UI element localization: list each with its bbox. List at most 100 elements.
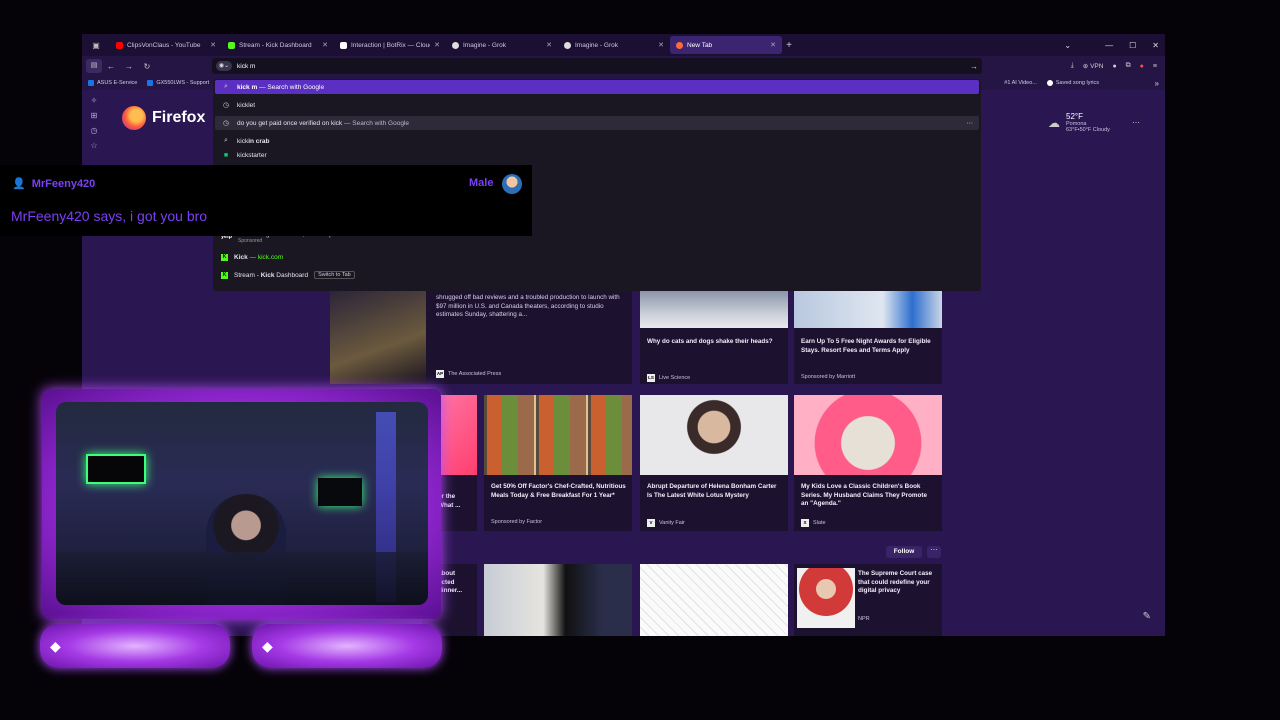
suggestion-paid-verified[interactable]: ◷ do you get paid once verified on kick … [215, 116, 979, 130]
suggestion-kickin-crab[interactable]: ⌕ kickin crab [215, 134, 979, 148]
tab-botrix[interactable]: Interaction | BotRix — Cloud S ✕ [334, 36, 446, 54]
close-tab-icon[interactable]: ✕ [658, 41, 664, 49]
kickstarter-icon: ■ [223, 151, 229, 159]
close-tab-icon[interactable]: ✕ [322, 41, 328, 49]
news-image [794, 395, 942, 475]
news-card-npr[interactable]: The Supreme Court case that could redefi… [794, 564, 942, 636]
extension-red-icon[interactable]: ● [1140, 63, 1144, 70]
bookmark-label: Saved song lyrics [1055, 80, 1099, 86]
bookmark-label: #1 AI Video... [1004, 80, 1037, 86]
bookmark-asus-eservice[interactable]: ASUS E-Service [88, 80, 137, 86]
news-card-sketch[interactable] [640, 564, 788, 636]
grok-icon [564, 41, 571, 49]
source-name: Live Science [659, 375, 691, 381]
asus-icon [147, 80, 154, 86]
news-card-trump[interactable] [484, 564, 632, 636]
ai-chat-icon[interactable]: ✧ [91, 96, 98, 105]
news-card-ap[interactable]: shrugged off bad reviews and a troubled … [330, 290, 632, 384]
suggestion-action: — Search with Google [259, 83, 325, 91]
suggestion-rest: Dashboard [274, 271, 309, 279]
news-snippet: shrugged off bad reviews and a troubled … [436, 294, 620, 318]
news-card-cats-dogs[interactable]: Why do cats and dogs shake their heads? … [640, 290, 788, 384]
close-window-button[interactable]: ✕ [1152, 41, 1159, 50]
weather-detail: 63°F•50°F Cloudy [1066, 127, 1110, 133]
reload-icon[interactable]: ↻ [138, 62, 156, 71]
suggestion-more-icon[interactable]: ⋯ [967, 119, 974, 127]
close-tab-icon[interactable]: ✕ [770, 41, 776, 49]
bookmarks-icon[interactable]: ☆ [90, 141, 97, 150]
list-tabs-icon[interactable]: ⌄ [1064, 41, 1071, 50]
news-source: AP The Associated Press [436, 370, 501, 378]
weather-menu-icon[interactable]: ⋯ [1132, 118, 1140, 127]
downloads-icon[interactable]: ⤓ [1071, 62, 1074, 70]
news-card-factor[interactable]: Get 50% Off Factor's Chef-Crafted, Nutri… [484, 395, 632, 531]
source-name: Vanity Fair [659, 520, 685, 526]
tab-overview-icon[interactable]: ▣ [82, 41, 110, 50]
menu-icon[interactable]: ≡ [1153, 63, 1157, 70]
history-icon[interactable]: ◷ [91, 126, 98, 135]
botrix-icon [340, 41, 347, 49]
new-tab-button[interactable]: + [782, 40, 796, 51]
bookmark-label: GX550LWS - Support [156, 80, 210, 86]
history-icon: ◷ [222, 102, 230, 109]
url-input[interactable]: kick m [237, 63, 255, 70]
back-icon[interactable]: ← [102, 62, 120, 71]
source-name: NPR [858, 616, 870, 622]
suggestion-switch-tab[interactable]: K Stream - Kick Dashboard Switch to Tab [215, 268, 979, 282]
tab-title: ClipsVonClaus - YouTube [127, 41, 201, 49]
sponsored-label: Sponsored [238, 237, 263, 244]
source-name: Sponsored by Factor [491, 519, 543, 525]
weather-widget[interactable]: ☁ 52°F Pomona 63°F•50°F Cloudy [1048, 112, 1110, 133]
bookmark-saved-lyrics[interactable]: Saved song lyrics [1046, 80, 1099, 86]
suggestion-bold: Kick [260, 271, 275, 279]
tab-kick-dashboard[interactable]: Stream - Kick Dashboard ✕ [222, 36, 334, 54]
news-image [797, 568, 855, 628]
tab-grok-2[interactable]: Imagine - Grok ✕ [558, 36, 670, 54]
extensions-icon[interactable]: ⧉ [1126, 62, 1131, 70]
sidebar-toggle-icon[interactable]: ▤ [86, 59, 102, 73]
chat-gender: Male [469, 177, 494, 189]
account-icon[interactable]: ● [1112, 63, 1116, 70]
cloudy-icon: ☁ [1048, 116, 1060, 130]
url-bar[interactable]: ◉⌄ kick m → [212, 58, 982, 74]
customize-pencil-icon[interactable]: ✎ [1143, 611, 1151, 622]
synced-tabs-icon[interactable]: ⊞ [91, 111, 98, 120]
close-tab-icon[interactable]: ✕ [434, 41, 440, 49]
go-arrow-icon[interactable]: → [970, 62, 978, 71]
search-engine-icon[interactable]: ◉⌄ [216, 61, 232, 71]
forward-icon[interactable]: → [120, 62, 138, 71]
close-tab-icon[interactable]: ✕ [210, 41, 216, 49]
news-source: S Slate [801, 519, 826, 527]
tab-new-tab[interactable]: New Tab ✕ [670, 36, 782, 54]
minimize-button[interactable]: — [1105, 41, 1113, 50]
close-tab-icon[interactable]: ✕ [546, 41, 552, 49]
firefox-logo: Firefox [122, 106, 205, 130]
news-source: V Vanity Fair [647, 519, 685, 527]
follow-more-icon[interactable]: ⋯ [927, 546, 941, 558]
firefox-icon [122, 106, 146, 130]
news-source: NPR [858, 616, 870, 622]
suggestion-rest: in crab [248, 137, 270, 145]
diamond-icon: ◆ [262, 638, 273, 654]
news-source: Sponsored by Factor [491, 519, 542, 525]
vpn-label: VPN [1090, 63, 1104, 70]
tab-grok-1[interactable]: Imagine - Grok ✕ [446, 36, 558, 54]
suggestion-kicklet[interactable]: ◷ kicklet [215, 98, 979, 112]
suggestion-kickstarter[interactable]: ■ kickstarter [215, 148, 979, 162]
webcam-frame [42, 389, 441, 619]
maximize-button[interactable]: ☐ [1129, 41, 1136, 50]
suggestion-search-kick-m[interactable]: ⌕ kick m — Search with Google [215, 80, 979, 94]
chat-overlay: 👤 MrFeeny420 Male MrFeeny420 says, i got… [0, 165, 532, 236]
suggestion-kick-com[interactable]: K Kick — kick.com [215, 250, 979, 264]
follow-button[interactable]: Follow [886, 546, 922, 558]
vpn-button[interactable]: ⊕ VPN [1083, 62, 1104, 70]
news-headline: Get 50% Off Factor's Chef-Crafted, Nutri… [491, 483, 626, 499]
news-card-marriott[interactable]: Earn Up To 5 Free Night Awards for Eligi… [794, 290, 942, 384]
bookmark-ai-video[interactable]: #1 AI Video... [1004, 80, 1037, 86]
switch-to-tab-button[interactable]: Switch to Tab [314, 271, 355, 279]
news-card-slate[interactable]: My Kids Love a Classic Children's Book S… [794, 395, 942, 531]
bookmark-gx550lws[interactable]: GX550LWS - Support [147, 80, 209, 86]
more-bookmarks-icon[interactable]: » [1155, 79, 1159, 88]
tab-youtube[interactable]: ClipsVonClaus - YouTube ✕ [110, 36, 222, 54]
news-card-vanity-fair[interactable]: Abrupt Departure of Helena Bonham Carter… [640, 395, 788, 531]
